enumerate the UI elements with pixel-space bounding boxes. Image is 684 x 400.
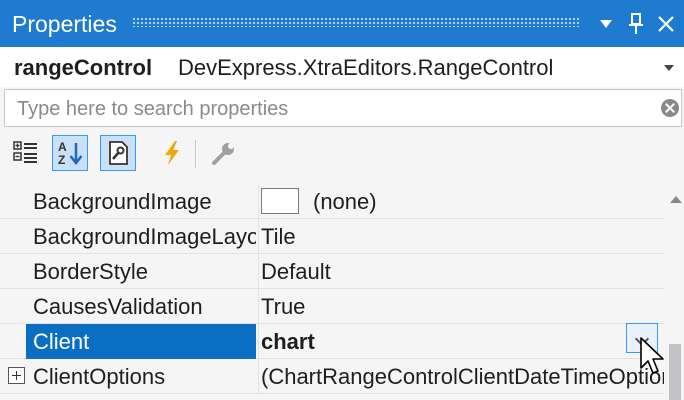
svg-text:Z: Z — [58, 153, 65, 167]
property-value[interactable]: True — [258, 289, 664, 324]
property-row-causesvalidation[interactable]: CausesValidation True — [0, 289, 664, 324]
properties-toolbar: A Z — [0, 128, 684, 184]
drag-grip[interactable] — [132, 17, 580, 27]
properties-page-icon — [109, 141, 128, 165]
property-value[interactable]: (none) — [258, 184, 664, 219]
events-button[interactable] — [154, 135, 190, 171]
property-row-clientoptions[interactable]: ClientOptions (ChartRangeControlClientDa… — [0, 359, 664, 394]
pin-button[interactable] — [622, 10, 650, 38]
property-row-backgroundimagelayout[interactable]: BackgroundImageLayout Tile — [0, 219, 664, 254]
property-grid: BackgroundImage (none) BackgroundImageLa… — [0, 184, 684, 400]
scroll-thumb[interactable] — [669, 344, 681, 400]
property-name: BackgroundImage — [33, 189, 212, 214]
object-type: DevExpress.XtraEditors.RangeControl — [178, 55, 554, 80]
alphabetical-button[interactable]: A Z — [52, 135, 88, 171]
wrench-icon — [212, 143, 234, 165]
toolbar-separator — [195, 140, 196, 168]
property-name: ClientOptions — [33, 364, 166, 389]
categorized-button[interactable] — [8, 135, 44, 171]
search-box — [4, 89, 682, 127]
scroll-up-arrow-icon[interactable] — [670, 196, 682, 203]
close-button[interactable] — [652, 10, 680, 38]
vertical-scrollbar[interactable] — [666, 184, 684, 400]
object-selector[interactable]: rangeControl DevExpress.XtraEditors.Rang… — [0, 47, 684, 87]
close-icon — [658, 16, 674, 32]
property-value-text: (none) — [313, 189, 377, 214]
property-row-client[interactable]: Client chart — [0, 324, 664, 359]
caret-down-icon — [600, 20, 612, 28]
alphabetical-sort-icon: A Z — [58, 140, 83, 167]
window-titlebar: Properties — [0, 0, 684, 47]
search-input[interactable] — [15, 94, 659, 124]
property-name: BackgroundImageLayout — [33, 224, 256, 249]
property-value[interactable]: chart — [258, 324, 664, 359]
window-title: Properties — [12, 11, 117, 37]
pin-icon — [629, 13, 643, 34]
property-value[interactable]: Default — [258, 254, 664, 289]
property-row-borderstyle[interactable]: BorderStyle Default — [0, 254, 664, 289]
property-name: BorderStyle — [33, 259, 148, 284]
property-row-backgroundimage[interactable]: BackgroundImage (none) — [0, 184, 664, 219]
property-value[interactable]: (ChartRangeControlClientDateTimeOptions) — [258, 359, 664, 394]
property-pages-wrench-button[interactable] — [206, 135, 242, 171]
image-swatch — [261, 188, 299, 215]
expand-icon[interactable] — [8, 367, 25, 384]
categorized-icon — [13, 141, 37, 163]
svg-text:A: A — [58, 140, 67, 154]
mouse-cursor-icon — [640, 337, 664, 374]
property-pages-button[interactable] — [100, 135, 136, 171]
property-name: CausesValidation — [33, 294, 203, 319]
property-value[interactable]: Tile — [258, 219, 664, 254]
object-name: rangeControl — [14, 55, 153, 80]
events-lightning-icon — [165, 141, 179, 165]
dropdown-arrow-icon[interactable] — [664, 65, 674, 71]
property-name: Client — [26, 324, 256, 359]
clear-search-icon[interactable] — [661, 99, 679, 117]
window-menu-button[interactable] — [592, 10, 620, 38]
